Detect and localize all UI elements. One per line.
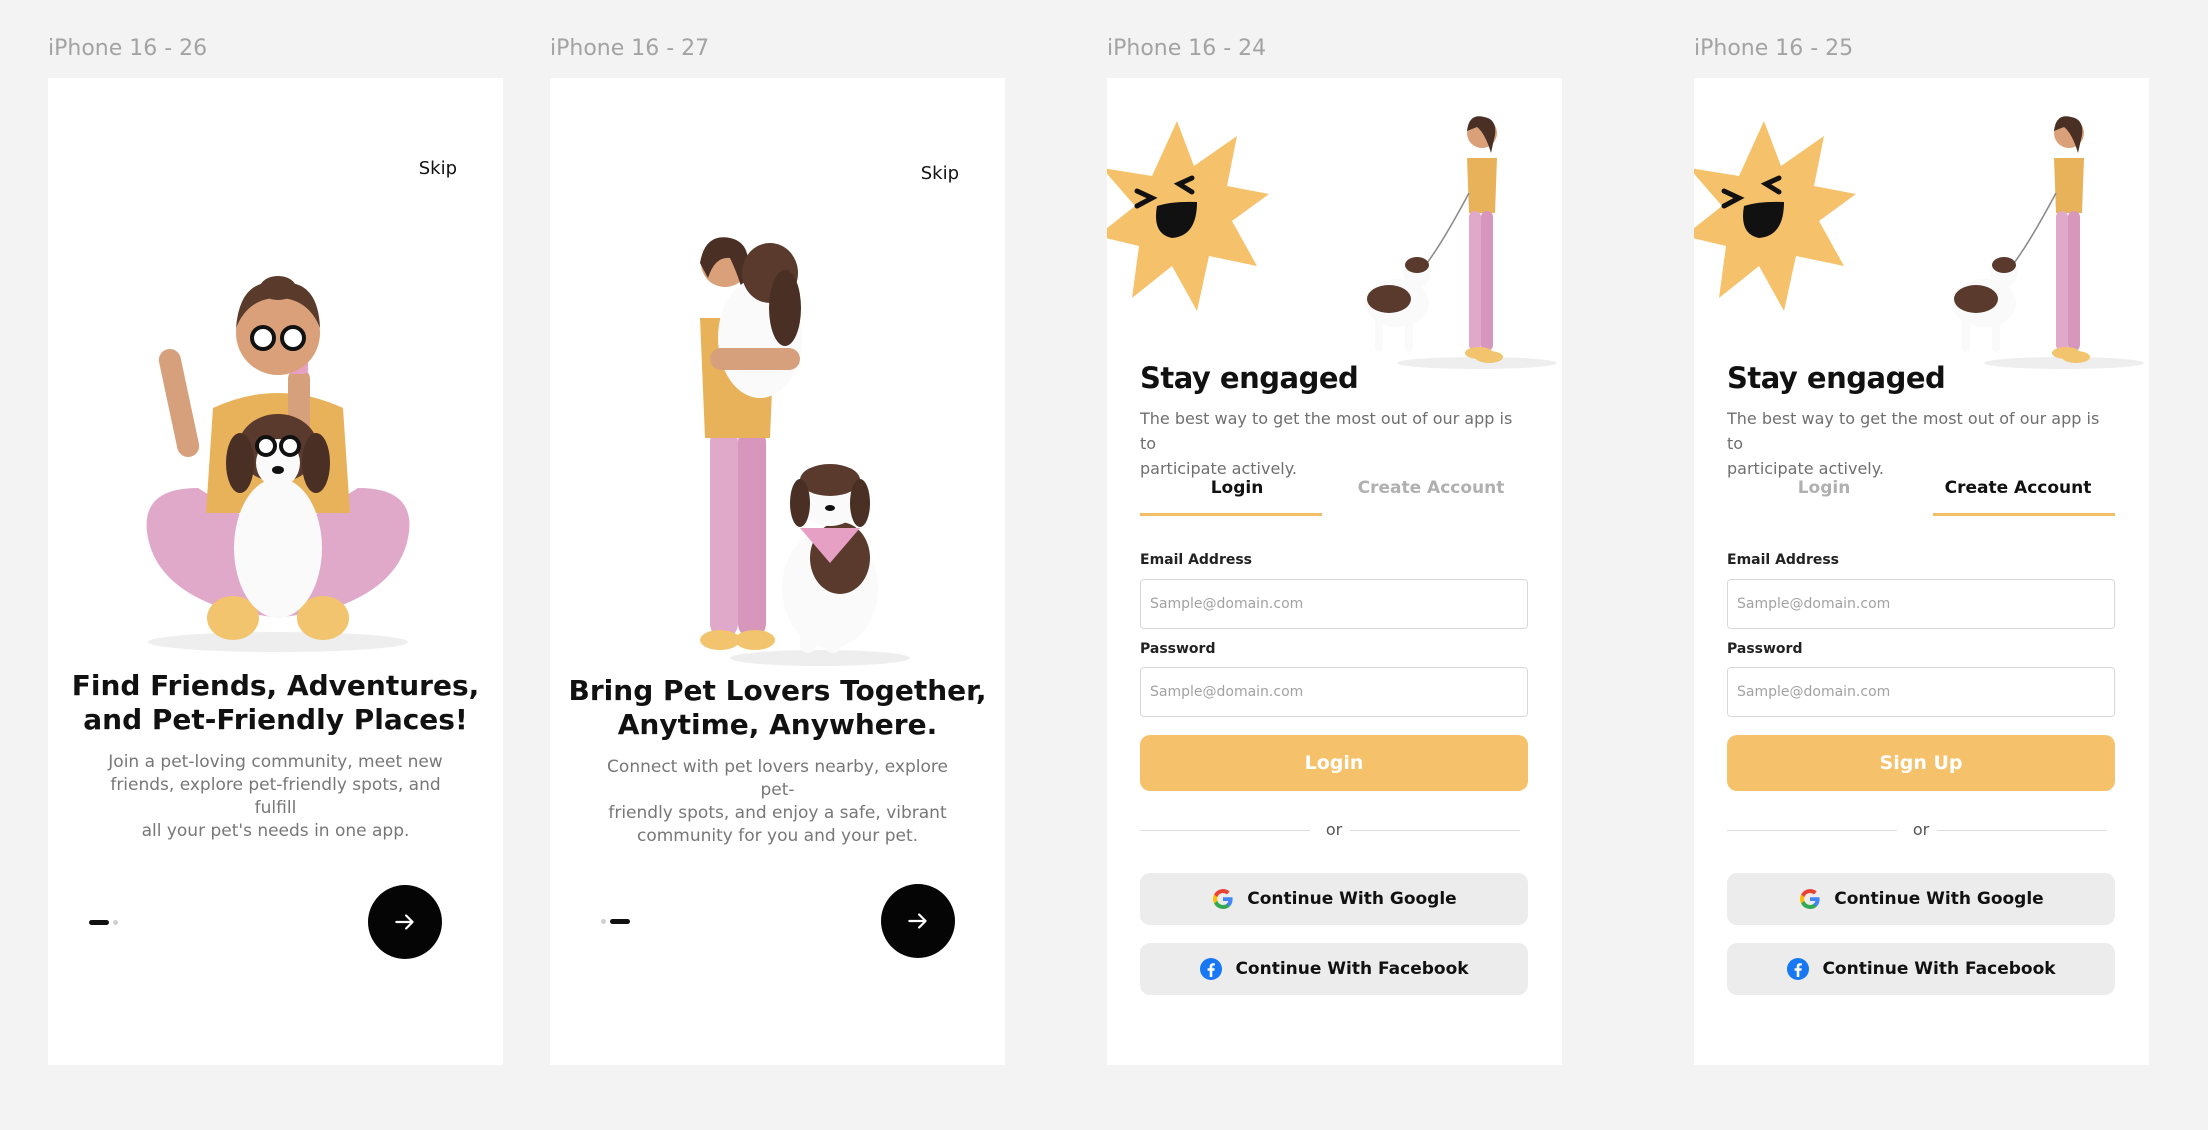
page-dot-active	[610, 919, 630, 924]
facebook-button-label: Continue With Facebook	[1822, 959, 2056, 979]
page-indicator	[89, 920, 118, 925]
tab-create-account[interactable]: Create Account	[1921, 470, 2115, 516]
password-field[interactable]	[1727, 667, 2115, 717]
password-label: Password	[1140, 641, 1216, 657]
google-button-label: Continue With Google	[1247, 889, 1457, 909]
auth-title: Stay engaged	[1140, 361, 1359, 395]
tab-login[interactable]: Login	[1140, 470, 1334, 516]
phone-frame-onboarding-1: Skip Find Friends, Adventures, and Pet-F…	[48, 78, 503, 1065]
continue-with-facebook-button[interactable]: Continue With Facebook	[1727, 943, 2115, 995]
email-field[interactable]	[1140, 579, 1528, 629]
subtitle-line: friendly spots, and enjoy a safe, vibran…	[608, 803, 947, 823]
continue-with-google-button[interactable]: Continue With Google	[1140, 873, 1528, 925]
google-icon	[1213, 889, 1233, 909]
continue-with-facebook-button[interactable]: Continue With Facebook	[1140, 943, 1528, 995]
phone-frame-create-account: Stay engaged The best way to get the mos…	[1694, 78, 2149, 1065]
skip-button[interactable]: Skip	[921, 163, 959, 184]
subtitle-line: The best way to get the most out of our …	[1140, 409, 1513, 453]
title-line: and Pet-Friendly Places!	[83, 703, 468, 736]
title-line: Bring Pet Lovers Together,	[568, 674, 987, 707]
password-label: Password	[1727, 641, 1803, 657]
arrow-right-icon	[395, 914, 414, 930]
laughing-sun-sticker	[1107, 121, 1269, 311]
password-field[interactable]	[1140, 667, 1528, 717]
divider-line	[1350, 830, 1520, 831]
facebook-icon	[1200, 958, 1223, 980]
illustration-woman-walking-dog	[1952, 116, 2144, 369]
onboarding-subtitle: Connect with pet lovers nearby, explore …	[600, 756, 955, 848]
arrow-right-icon	[908, 913, 927, 929]
or-divider: or	[1727, 820, 2115, 840]
illustration-woman-walking-dog	[1365, 116, 1557, 369]
divider-line	[1937, 830, 2107, 831]
skip-button[interactable]: Skip	[419, 158, 457, 179]
subtitle-line: Connect with pet lovers nearby, explore …	[607, 757, 948, 800]
page-dot	[113, 920, 118, 925]
next-button[interactable]	[881, 884, 955, 958]
page-dot-active	[89, 920, 109, 925]
tab-create-account[interactable]: Create Account	[1334, 470, 1528, 516]
illustration-person-hugging-dog	[700, 237, 910, 666]
auth-tabs: Login Create Account	[1727, 470, 2115, 516]
onboarding-subtitle: Join a pet-loving community, meet new fr…	[98, 751, 453, 843]
google-button-label: Continue With Google	[1834, 889, 2044, 909]
title-line: Anytime, Anywhere.	[617, 708, 938, 741]
laughing-sun-sticker	[1694, 121, 1856, 311]
subtitle-line: all your pet's needs in one app.	[141, 821, 410, 841]
illustration-person-sitting-with-dog	[146, 276, 410, 652]
title-line: Find Friends, Adventures,	[71, 669, 480, 702]
auth-title: Stay engaged	[1727, 361, 1946, 395]
or-divider: or	[1140, 820, 1528, 840]
email-label: Email Address	[1140, 552, 1253, 568]
subtitle-line: friends, explore pet-friendly spots, and…	[110, 775, 441, 818]
subtitle-line: community for you and your pet.	[636, 826, 919, 846]
onboarding-title: Find Friends, Adventures, and Pet-Friend…	[48, 669, 503, 737]
google-icon	[1800, 889, 1820, 909]
phone-frame-onboarding-2: Skip Bring Pet Lovers Together, Anytime,…	[550, 78, 1005, 1065]
frame-label: iPhone 16 - 25	[1694, 36, 1854, 61]
auth-tabs: Login Create Account	[1140, 470, 1528, 516]
login-button[interactable]: Login	[1140, 735, 1528, 791]
frame-label: iPhone 16 - 24	[1107, 36, 1267, 61]
page-dot	[601, 919, 606, 924]
subtitle-line: The best way to get the most out of our …	[1727, 409, 2100, 453]
frame-label: iPhone 16 - 26	[48, 36, 208, 61]
phone-frame-login: Stay engaged The best way to get the mos…	[1107, 78, 1562, 1065]
frame-label: iPhone 16 - 27	[550, 36, 710, 61]
sign-up-button[interactable]: Sign Up	[1727, 735, 2115, 791]
tab-login[interactable]: Login	[1727, 470, 1921, 516]
facebook-button-label: Continue With Facebook	[1235, 959, 1469, 979]
email-field[interactable]	[1727, 579, 2115, 629]
next-button[interactable]	[368, 885, 442, 959]
facebook-icon	[1787, 958, 1810, 980]
continue-with-google-button[interactable]: Continue With Google	[1727, 873, 2115, 925]
page-indicator	[601, 919, 630, 924]
subtitle-line: Join a pet-loving community, meet new	[108, 752, 443, 772]
email-label: Email Address	[1727, 552, 1840, 568]
onboarding-title: Bring Pet Lovers Together, Anytime, Anyw…	[550, 674, 1005, 742]
